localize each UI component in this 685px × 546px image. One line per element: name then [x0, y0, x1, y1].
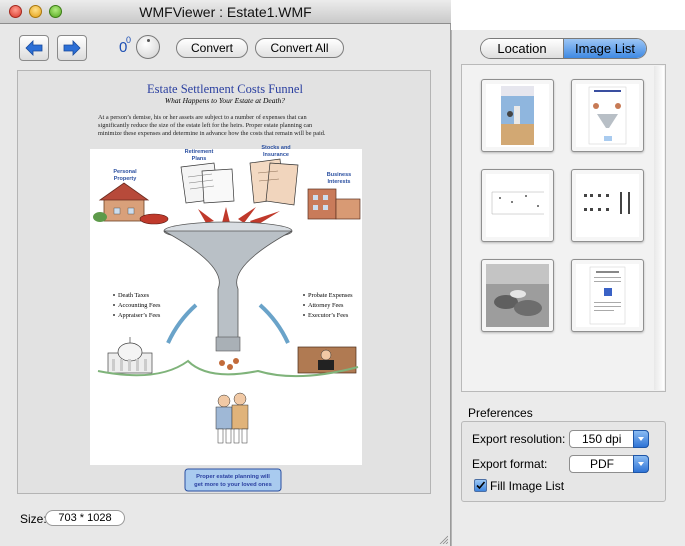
- export-resolution-popup[interactable]: 150 dpi: [569, 430, 649, 448]
- rotation-degree-sup: 0: [126, 35, 132, 45]
- cost-accounting-fees: Accounting Fees: [118, 302, 161, 309]
- label-personal-2: Property: [114, 176, 138, 182]
- fill-image-list-checkbox[interactable]: [474, 479, 487, 492]
- preferences-title: Preferences: [468, 406, 533, 420]
- footer-line-1: Proper estate planning will: [196, 474, 270, 480]
- label-business-2: Interests: [328, 179, 351, 185]
- footer-banner: Proper estate planning will get more to …: [184, 468, 282, 492]
- export-format-popup[interactable]: PDF: [569, 455, 649, 473]
- label-stocks-2: Insurance: [263, 152, 289, 158]
- knob-indicator: [147, 39, 150, 42]
- image-list[interactable]: [461, 64, 666, 392]
- tab-location[interactable]: Location: [481, 39, 563, 58]
- cost-appraisers-fees: Appraiser’s Fees: [118, 312, 161, 319]
- drawer-tabs: Location Image List: [480, 38, 647, 59]
- document-canvas[interactable]: Estate Settlement Costs Funnel What Happ…: [17, 70, 431, 494]
- label-retirement-1: Retirement: [185, 149, 214, 155]
- thumbnail-2[interactable]: [571, 79, 644, 152]
- size-label: Size:: [20, 512, 47, 526]
- thumbnail-image-2: [576, 84, 639, 147]
- doc-paragraph-line-2: significantly reduce the size of the est…: [98, 122, 313, 129]
- wmf-document: Estate Settlement Costs Funnel What Happ…: [90, 82, 362, 492]
- footer-line-2: get more to your loved ones: [194, 482, 272, 488]
- label-retirement-2: Plans: [192, 156, 207, 162]
- thumbnail-3[interactable]: [481, 169, 554, 242]
- doc-paragraph-line-1: At a person’s demise, his or her assets …: [98, 114, 307, 121]
- back-button[interactable]: [19, 35, 49, 61]
- doc-paragraph-line-3: minimize these expenses and determine in…: [98, 130, 326, 137]
- thumbnail-image-6: [576, 264, 639, 327]
- doc-subheading: What Happens to Your Estate at Death?: [165, 96, 285, 105]
- thumbnail-image-4: [576, 174, 639, 237]
- title-bar[interactable]: WMFViewer : Estate1.WMF: [0, 0, 451, 24]
- popup-arrows-icon: [633, 430, 649, 448]
- cost-probate-expenses: Probate Expenses: [308, 292, 353, 299]
- forward-button[interactable]: [57, 35, 87, 61]
- viewer-window: WMFViewer : Estate1.WMF 0 0 Convert Conv…: [0, 0, 451, 546]
- size-field: 703 * 1028: [45, 510, 125, 526]
- popup-arrows-icon: [633, 455, 649, 473]
- cost-executors-fees: Executor’s Fees: [308, 312, 349, 319]
- export-resolution-label: Export resolution:: [472, 432, 566, 446]
- arrow-left-icon: [25, 40, 43, 56]
- cost-death-taxes: Death Taxes: [118, 292, 150, 299]
- cost-attorney-fees: Attorney Fees: [308, 302, 344, 309]
- image-list-scrollbar[interactable]: [654, 66, 664, 390]
- fill-image-list-label[interactable]: Fill Image List: [490, 479, 564, 493]
- thumbnail-image-1: [486, 84, 549, 147]
- thumbnail-5[interactable]: [481, 259, 554, 332]
- doc-heading: Estate Settlement Costs Funnel: [147, 82, 303, 96]
- export-format-label: Export format:: [472, 457, 548, 471]
- thumbnail-1[interactable]: [481, 79, 554, 152]
- window-title: WMFViewer : Estate1.WMF: [139, 4, 312, 20]
- checkmark-icon: [476, 481, 486, 490]
- resize-grip-icon[interactable]: [438, 534, 448, 544]
- thumbnail-6[interactable]: [571, 259, 644, 332]
- label-personal-1: Personal: [113, 169, 137, 175]
- convert-all-button[interactable]: Convert All: [255, 38, 344, 58]
- label-business-1: Business: [327, 172, 351, 178]
- label-stocks-1: Stocks and: [261, 145, 290, 151]
- stocks-documents: [249, 158, 299, 206]
- arrow-right-icon: [63, 40, 81, 56]
- thumbnail-4[interactable]: [571, 169, 644, 242]
- export-resolution-value: 150 dpi: [582, 432, 622, 446]
- tab-image-list[interactable]: Image List: [563, 39, 646, 58]
- export-format-value: PDF: [590, 457, 614, 471]
- convert-button[interactable]: Convert: [176, 38, 248, 58]
- thumbnail-image-5: [486, 264, 549, 327]
- thumbnail-image-3: [486, 174, 549, 237]
- rotation-knob[interactable]: [136, 35, 160, 59]
